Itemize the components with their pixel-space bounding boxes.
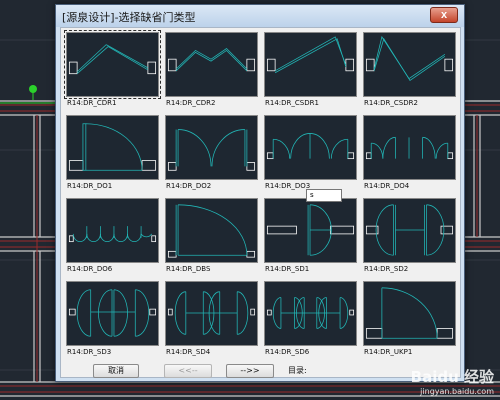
- thumbnail-cell[interactable]: R14:DR_CDR2: [162, 30, 259, 112]
- tooltip-box: s: [306, 189, 342, 202]
- thumbnail-cell[interactable]: R14:DR_SD6: [261, 279, 358, 361]
- next-page-button[interactable]: -->>: [226, 364, 274, 378]
- page-label: 目录:: [288, 366, 307, 375]
- close-button[interactable]: x: [430, 7, 458, 23]
- thumbnail-label: R14:DR_UKP1: [364, 348, 413, 356]
- four-half-circle-door-icon[interactable]: [165, 281, 258, 346]
- thumbnail-cell[interactable]: R14:DR_DO2: [162, 113, 259, 195]
- thumbnail-cell[interactable]: R14:DR_CSDR1: [261, 30, 358, 112]
- thumbnail-label: R14:DR_DO4: [364, 182, 410, 190]
- thumbnail-cell[interactable]: R14:DR_SD2: [360, 196, 457, 278]
- sliding-door-zigzag-icon[interactable]: [363, 32, 456, 97]
- double-swing-door-icon[interactable]: [165, 115, 258, 180]
- thumbnail-label: R14:DR_SD1: [265, 265, 310, 273]
- sliding-double-door-icon[interactable]: [64, 30, 161, 99]
- thumbnail-cell[interactable]: R14:DR_DO4: [360, 113, 457, 195]
- thumbnail-label: R14:DR_DO2: [166, 182, 212, 190]
- thumbnail-cell[interactable]: R14:DR_DO1: [63, 113, 160, 195]
- thumbnail-grid: R14:DR_CDR1 R14:DR_CDR2 R14:DR_CSDR1 R14…: [63, 30, 458, 362]
- thumbnail-label: R14:DR_CDR2: [166, 99, 216, 107]
- dialog-titlebar[interactable]: [源泉设计]-选择缺省门类型 x: [56, 5, 464, 27]
- baidu-watermark: Baidu 经验 jingyan.baidu.com: [411, 366, 494, 396]
- door-type-dialog: [源泉设计]-选择缺省门类型 x R14:DR_CDR1 R14:DR_CDR2…: [55, 4, 465, 382]
- dialog-title: [源泉设计]-选择缺省门类型: [62, 11, 196, 24]
- sliding-door-variant-icon[interactable]: [165, 32, 258, 97]
- thumbnail-label: R14:DR_SD6: [265, 348, 310, 356]
- thumbnail-label: R14:DR_CSDR2: [364, 99, 418, 107]
- prev-page-button[interactable]: <<--: [164, 364, 212, 378]
- thumbnail-cell[interactable]: R14:DR_SD1: [261, 196, 358, 278]
- axis-marker-icon: [29, 85, 37, 93]
- thumbnail-cell[interactable]: R14:DR_SD3: [63, 279, 160, 361]
- thumbnail-cell[interactable]: R14:DR_CSDR2: [360, 30, 457, 112]
- thumbnail-label: R14:DR_SD2: [364, 265, 409, 273]
- watermark-brand: Baidu 经验: [410, 368, 494, 386]
- double-half-circle-door-icon[interactable]: [363, 198, 456, 263]
- dialog-client-area: R14:DR_CDR1 R14:DR_CDR2 R14:DR_CSDR1 R14…: [60, 27, 461, 378]
- thumbnail-label: R14:DR_CDR1: [67, 99, 117, 107]
- thumbnail-label: R14:DR_SD3: [67, 348, 112, 356]
- sliding-door-arc-icon[interactable]: [264, 32, 357, 97]
- triple-swing-door-icon[interactable]: [264, 115, 357, 180]
- six-half-circle-door-icon[interactable]: [264, 281, 357, 346]
- thumbnail-label: R14:DR_DBS: [166, 265, 211, 273]
- three-half-circle-door-icon[interactable]: [66, 281, 159, 346]
- large-swing-door-icon[interactable]: [165, 198, 258, 263]
- unknown-door-icon[interactable]: [363, 281, 456, 346]
- thumbnail-label: R14:DR_DO3: [265, 182, 311, 190]
- cancel-button[interactable]: 取消: [93, 364, 139, 378]
- half-circle-door-icon[interactable]: [264, 198, 357, 263]
- thumbnail-label: R14:DR_DO1: [67, 182, 113, 190]
- thumbnail-cell[interactable]: R14:DR_DO3: [261, 113, 358, 195]
- six-panel-door-icon[interactable]: [66, 198, 159, 263]
- watermark-url: jingyan.baidu.com: [420, 387, 494, 396]
- quad-swing-door-icon[interactable]: [363, 115, 456, 180]
- thumbnail-cell[interactable]: R14:DR_DBS: [162, 196, 259, 278]
- thumbnail-label: R14:DR_CSDR1: [265, 99, 319, 107]
- thumbnail-cell[interactable]: R14:DR_DO6: [63, 196, 160, 278]
- thumbnail-label: R14:DR_DO6: [67, 265, 113, 273]
- thumbnail-cell[interactable]: R14:DR_CDR1: [63, 30, 161, 112]
- thumbnail-cell[interactable]: R14:DR_UKP1: [360, 279, 457, 361]
- single-swing-door-icon[interactable]: [66, 115, 159, 180]
- thumbnail-label: R14:DR_SD4: [166, 348, 211, 356]
- thumbnail-cell[interactable]: R14:DR_SD4: [162, 279, 259, 361]
